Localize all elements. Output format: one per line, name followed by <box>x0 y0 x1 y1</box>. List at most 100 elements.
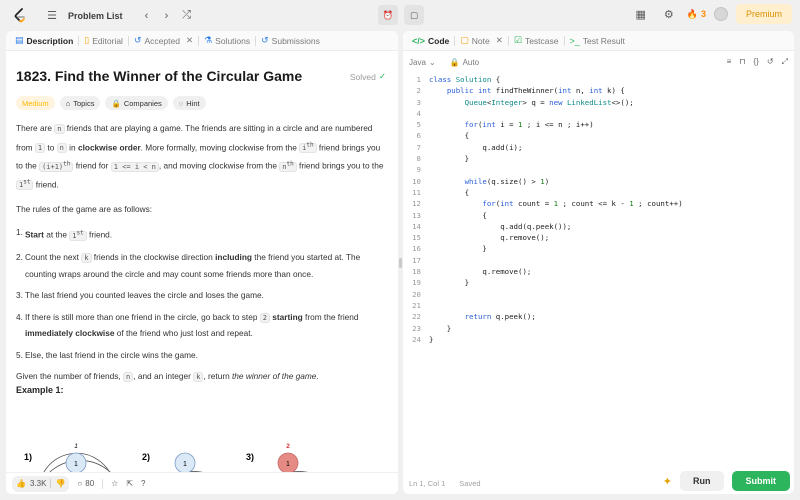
problem-list-button[interactable]: ☰ Problem List <box>42 6 137 26</box>
format-icon[interactable]: ≡ <box>727 57 732 67</box>
code-line[interactable]: 13 { <box>403 211 794 222</box>
code-line[interactable]: 22 return q.peek(); <box>403 312 794 323</box>
code-line[interactable]: 2 public int findTheWinner(int n, int k)… <box>403 86 794 97</box>
code-text: class Solution { <box>429 75 501 84</box>
bookmark-icon[interactable]: ⊓ <box>739 57 745 67</box>
thumbs-up-icon[interactable]: 👍 <box>16 479 26 488</box>
tab-testcase[interactable]: ☑ Testcase <box>509 31 564 51</box>
code-line[interactable]: 19 } <box>403 278 794 289</box>
premium-button[interactable]: Premium <box>735 4 792 24</box>
code-line[interactable]: 23 } <box>403 324 794 335</box>
leetcode-logo[interactable] <box>12 7 28 24</box>
magic-wand-icon[interactable]: ✦ <box>663 475 672 488</box>
given-paragraph: Given the number of friends, n, and an i… <box>16 371 319 383</box>
editor-status: Ln 1, Col 1 Saved <box>409 479 481 488</box>
code-line[interactable]: 14 q.add(q.peek()); <box>403 222 794 233</box>
line-number: 10 <box>412 176 421 186</box>
gear-icon[interactable]: ⚙ <box>659 4 679 24</box>
star-icon[interactable]: ☆ <box>111 479 118 488</box>
shuffle-icon[interactable]: ⤮ <box>177 6 197 26</box>
code-line[interactable]: 12 for(int count = 1 ; count <= k - 1 ; … <box>403 199 794 210</box>
line-number: 21 <box>412 300 421 310</box>
lightbulb-icon: ◌ <box>178 98 184 108</box>
document-icon: ▤ <box>15 35 24 45</box>
code-line[interactable]: 20 <box>403 290 794 301</box>
diagram-node: 1 <box>183 461 187 468</box>
avatar[interactable] <box>713 7 728 21</box>
tab-submissions[interactable]: ↺ Submissions <box>256 31 325 51</box>
code-line[interactable]: 9 <box>403 165 794 176</box>
tab-note[interactable]: ▢ Note ✕ <box>455 31 508 51</box>
line-number: 15 <box>412 233 421 243</box>
difficulty-badge[interactable]: Medium <box>16 96 55 110</box>
left-tabbar: ▤ Description ▯ Editorial ↺ Accepted ✕ ⚗… <box>6 31 398 51</box>
language-select[interactable]: Java ⌄ <box>409 58 436 67</box>
code-line[interactable]: 1 class Solution { <box>403 75 794 86</box>
comments-button[interactable]: ○ 80 <box>77 479 94 488</box>
topics-chip[interactable]: ⌂ Topics <box>59 96 101 110</box>
tab-code[interactable]: </> Code <box>407 31 454 51</box>
code-text: Queue<Integer> q = new LinkedList<>(); <box>464 97 634 107</box>
code-line[interactable]: 24} <box>403 335 794 346</box>
help-icon[interactable]: ? <box>141 479 145 488</box>
code-line[interactable]: 11 { <box>403 188 794 199</box>
history-icon: ↺ <box>261 35 269 45</box>
companies-chip[interactable]: 🔒 Companies <box>105 96 168 110</box>
line-number: 13 <box>412 210 421 220</box>
run-button[interactable]: Run <box>680 471 724 491</box>
tab-editorial[interactable]: ▯ Editorial <box>79 31 128 51</box>
right-tabbar: </> Code ▢ Note ✕ ☑ Testcase >_ Test Res… <box>403 31 794 51</box>
line-number: 20 <box>412 289 421 299</box>
code-line[interactable]: 5 for(int i = 1 ; i <= n ; i++) <box>403 120 794 131</box>
timer-button[interactable]: ⏰ <box>378 5 398 25</box>
code-text: return q.peek(); <box>464 312 536 322</box>
code-text: } <box>429 244 487 254</box>
reset-icon[interactable]: ↺ <box>767 57 774 67</box>
tab-test-result[interactable]: >_ Test Result <box>565 31 630 51</box>
list-item: 1. Start at the 1st friend. <box>16 227 113 241</box>
thumbs-down-icon[interactable]: 👎 <box>55 479 65 488</box>
code-text: { <box>429 210 487 220</box>
layout-grid-icon[interactable]: ▦ <box>631 4 651 24</box>
close-icon[interactable]: ✕ <box>496 35 503 46</box>
code-line[interactable]: 18 q.remove(); <box>403 267 794 278</box>
code-editor[interactable]: 1 class Solution {2 public int findTheWin… <box>403 75 794 346</box>
share-icon[interactable]: ⇱ <box>126 479 133 488</box>
code-text: for(int i = 1 ; i <= n ; i++) <box>464 120 594 130</box>
code-line[interactable]: 15 q.remove(); <box>403 233 794 244</box>
line-number: 8 <box>416 154 421 164</box>
code-line[interactable]: 10 while(q.size() > 1) <box>403 177 794 188</box>
status-badge: Solved ✓ <box>349 71 386 82</box>
tab-description[interactable]: ▤ Description <box>10 31 78 51</box>
tab-solutions[interactable]: ⚗ Solutions <box>199 31 255 51</box>
line-number: 4 <box>416 108 421 118</box>
braces-icon[interactable]: {} <box>754 57 759 67</box>
line-number: 17 <box>412 255 421 265</box>
hint-chip[interactable]: ◌ Hint <box>172 96 206 110</box>
tag-icon: ⌂ <box>65 98 71 108</box>
tab-accepted[interactable]: ↺ Accepted ✕ <box>129 31 198 51</box>
code-line[interactable]: 4 <box>403 109 794 120</box>
code-line[interactable]: 16 } <box>403 244 794 255</box>
code-line[interactable]: 3 Queue<Integer> q = new LinkedList<>(); <box>403 98 794 109</box>
line-number: 14 <box>412 221 421 231</box>
code-line[interactable]: 21 <box>403 301 794 312</box>
prev-problem-icon[interactable]: ‹ <box>137 6 157 26</box>
code-text: } <box>429 323 452 333</box>
next-problem-icon[interactable]: › <box>157 6 177 26</box>
code-line[interactable]: 8 } <box>403 154 794 165</box>
line-number: 12 <box>412 199 421 209</box>
line-number: 16 <box>412 244 421 254</box>
submit-button[interactable]: Submit <box>731 471 790 491</box>
line-number: 19 <box>412 278 421 288</box>
panel-splitter[interactable] <box>399 258 402 268</box>
code-line[interactable]: 7 q.add(i); <box>403 143 794 154</box>
streak-counter[interactable]: 🔥 3 <box>687 9 706 20</box>
auto-mode-toggle[interactable]: 🔒 Auto <box>450 58 479 67</box>
lock-icon: 🔒 <box>449 57 460 67</box>
close-icon[interactable]: ✕ <box>186 35 193 46</box>
fullscreen-icon[interactable]: ⤢ <box>782 57 788 67</box>
code-line[interactable]: 6 { <box>403 131 794 142</box>
notes-button[interactable]: ▢ <box>404 5 424 25</box>
code-line[interactable]: 17 <box>403 256 794 267</box>
